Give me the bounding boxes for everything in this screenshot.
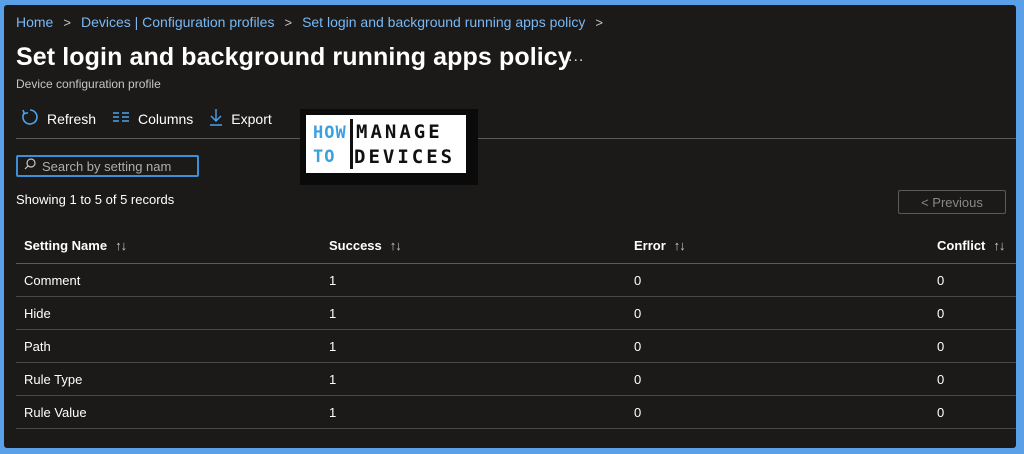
refresh-icon: [21, 108, 47, 129]
cell-setting-name: Comment: [16, 263, 321, 297]
sort-icon[interactable]: ↑↓: [674, 238, 686, 253]
table-row[interactable]: Rule Value 1 0 0: [16, 395, 1016, 429]
column-header-conflict[interactable]: Conflict ↑↓: [929, 227, 1016, 264]
cell-error: 0: [626, 395, 929, 429]
previous-page-button[interactable]: < Previous: [898, 190, 1006, 214]
chevron-right-icon: >: [284, 14, 293, 30]
chevron-right-icon: >: [595, 14, 603, 30]
cell-error: 0: [626, 329, 929, 363]
toolbar-divider: [16, 138, 1016, 139]
cell-success: 1: [321, 395, 626, 429]
table-header-row: Setting Name ↑↓ Success ↑↓ Error ↑↓ Conflic…: [16, 227, 1016, 264]
cell-setting-name: Rule Type: [16, 362, 321, 396]
app-window: Home > Devices | Configuration profiles …: [4, 5, 1016, 448]
column-header-setting-name[interactable]: Setting Name ↑↓: [16, 227, 321, 264]
sort-icon[interactable]: ↑↓: [115, 238, 127, 253]
logo-text-devices: DEVICES: [354, 146, 456, 168]
table-row[interactable]: Path 1 0 0: [16, 329, 1016, 363]
records-count: Showing 1 to 5 of 5 records: [16, 192, 175, 207]
logo-text-manage: MANAGE: [356, 121, 443, 143]
cell-error: 0: [626, 263, 929, 297]
download-icon: [209, 108, 231, 129]
cell-setting-name: Rule Value: [16, 395, 321, 429]
search-input[interactable]: [42, 158, 192, 174]
cell-success: 1: [321, 296, 626, 330]
watermark-logo: HOW TO MANAGE DEVICES: [300, 109, 478, 185]
logo-text-to: TO: [313, 147, 336, 167]
column-header-error[interactable]: Error ↑↓: [626, 227, 929, 264]
cell-error: 0: [626, 362, 929, 396]
cell-success: 1: [321, 362, 626, 396]
cell-conflict: 0: [929, 296, 1016, 330]
breadcrumb-home[interactable]: Home: [16, 14, 53, 30]
table-row[interactable]: Rule Type 1 0 0: [16, 362, 1016, 396]
chevron-right-icon: >: [63, 14, 71, 30]
cell-setting-name: Hide: [16, 296, 321, 330]
cell-success: 1: [321, 263, 626, 297]
sort-icon[interactable]: ↑↓: [390, 238, 402, 253]
refresh-label: Refresh: [47, 110, 97, 127]
columns-label: Columns: [138, 110, 194, 127]
cell-conflict: 0: [929, 263, 1016, 297]
toolbar: Refresh Columns Export: [21, 108, 288, 129]
breadcrumb-configuration-profiles[interactable]: Devices | Configuration profiles: [81, 14, 275, 30]
cell-conflict: 0: [929, 362, 1016, 396]
page-title: Set login and background running apps po…: [16, 43, 572, 71]
refresh-button[interactable]: Refresh: [21, 108, 96, 129]
cell-conflict: 0: [929, 329, 1016, 363]
logo-text-how: HOW: [313, 123, 347, 143]
breadcrumb-current-policy[interactable]: Set login and background running apps po…: [302, 14, 585, 30]
table-row[interactable]: Comment 1 0 0: [16, 263, 1016, 297]
more-options-button[interactable]: ...: [568, 48, 584, 66]
page-subtitle: Device configuration profile: [16, 77, 161, 91]
export-button[interactable]: Export: [209, 108, 272, 129]
search-box[interactable]: [16, 155, 199, 177]
cell-conflict: 0: [929, 395, 1016, 429]
search-icon: [24, 157, 36, 175]
columns-button[interactable]: Columns: [112, 110, 193, 127]
cell-success: 1: [321, 329, 626, 363]
cell-error: 0: [626, 296, 929, 330]
sort-icon[interactable]: ↑↓: [993, 238, 1005, 253]
columns-icon: [112, 110, 138, 127]
table-row[interactable]: Hide 1 0 0: [16, 296, 1016, 330]
breadcrumb: Home > Devices | Configuration profiles …: [16, 14, 613, 30]
settings-table: Setting Name ↑↓ Success ↑↓ Error ↑↓ Conflic…: [16, 227, 1016, 429]
export-label: Export: [231, 110, 272, 127]
column-header-success[interactable]: Success ↑↓: [321, 227, 626, 264]
cell-setting-name: Path: [16, 329, 321, 363]
